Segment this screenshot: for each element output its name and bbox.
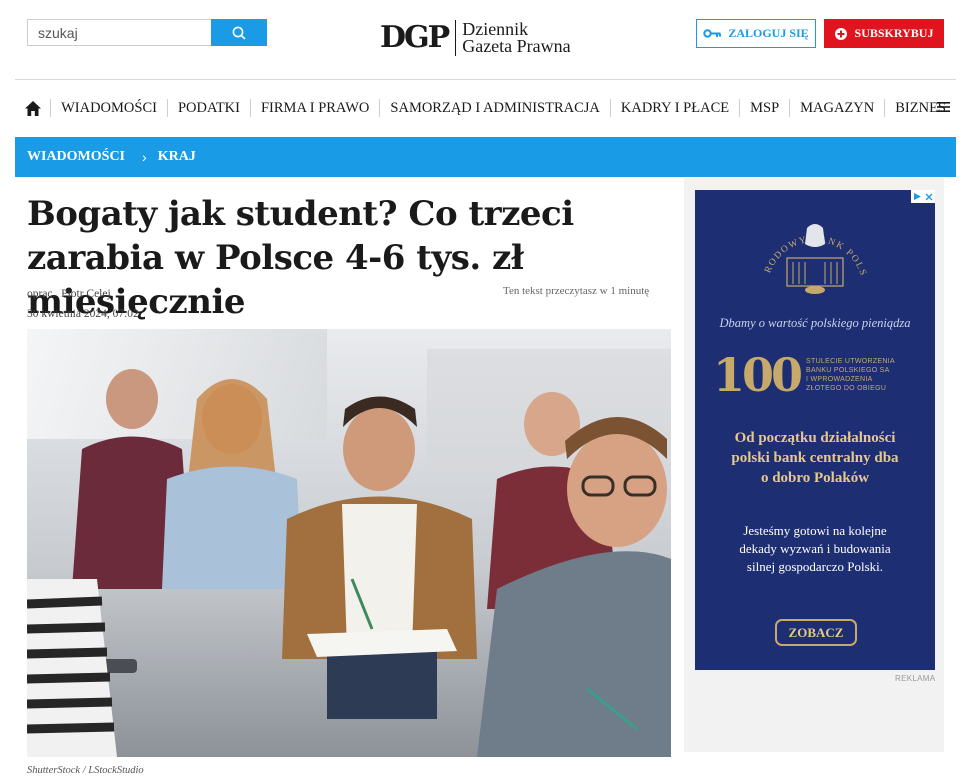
ad-body-line-3: silnej gospodarczo Polski. (746, 559, 884, 574)
nav-item-wiadomosci[interactable]: WIADOMOŚCI (50, 99, 167, 117)
article-author: oprac. Piotr Celej (27, 288, 111, 300)
ad-body: Jesteśmy gotowi na kolejne dekady wyzwań… (695, 522, 935, 576)
header-divider (15, 79, 956, 80)
ad-tagline: Dbamy o wartość polskiego pieniądza (719, 316, 911, 330)
anniversary-line-2: BANKU POLSKIEGO SA (806, 367, 890, 374)
hamburger-icon (937, 102, 950, 112)
logo-mark: DGP (380, 20, 450, 55)
nav-item-kadry-i-place[interactable]: KADRY I PŁACE (609, 99, 739, 117)
main-nav: WIADOMOŚCI PODATKI FIRMA I PRAWO SAMORZĄ… (15, 94, 956, 122)
photo-caption: ShutterStock / LStockStudio (27, 765, 144, 776)
ad-headline: Od początku działalności polski bank cen… (695, 428, 935, 488)
ad-controls (911, 190, 935, 203)
plus-circle-icon (834, 27, 847, 40)
search-input[interactable] (27, 19, 211, 46)
ad-body-line-2: dekady wyzwań i budowania (739, 541, 891, 556)
read-time: Ten tekst przeczytasz w 1 minutę (503, 285, 650, 297)
logo-line-2: Gazeta Prawna (462, 36, 571, 56)
login-button[interactable]: ZALOGUJ SIĘ (696, 19, 816, 48)
login-label: ZALOGUJ SIĘ (728, 26, 809, 40)
ad-headline-line-1: Od początku działalności (734, 430, 896, 446)
article-photo (27, 329, 671, 757)
article-title: Bogaty jak student? Co trzeci zarabia w … (27, 194, 574, 322)
anniversary-number: 100 (713, 348, 803, 402)
key-icon (703, 29, 722, 38)
anniversary-text: STULECIE UTWORZENIA BANKU POLSKIEGO SA I… (806, 357, 895, 393)
subscribe-label: SUBSKRYBUJ (854, 26, 934, 40)
nav-home[interactable] (15, 100, 50, 116)
chevron-right-icon: › (142, 149, 147, 165)
menu-button[interactable] (937, 100, 950, 118)
subscribe-button[interactable]: SUBSKRYBUJ (824, 19, 944, 48)
home-icon (24, 100, 41, 116)
nav-item-samorzad[interactable]: SAMORZĄD I ADMINISTRACJA (379, 99, 609, 117)
search-icon (232, 26, 246, 40)
search-bar (27, 19, 267, 46)
students-photo-image (27, 329, 671, 757)
article-date: 30 kwietnia 2024, 07:02 (27, 308, 139, 320)
logo-name: Dziennik Gazeta Prawna (462, 20, 571, 56)
anniversary-line-3: I WPROWADZENIA (806, 376, 873, 383)
ad-cta-button[interactable]: ZOBACZ (775, 619, 857, 646)
ad-headline-line-3: o dobro Polaków (760, 470, 870, 486)
breadcrumb: WIADOMOŚCI › KRAJ (15, 137, 956, 177)
breadcrumb-kraj[interactable]: KRAJ (158, 149, 196, 165)
nav-item-magazyn[interactable]: MAGAZYN (789, 99, 884, 117)
author-name[interactable]: Piotr Celej (61, 288, 111, 300)
ad-banner[interactable]: NARODOWY BANK POLSKI Dbamy o wartość pol… (695, 190, 935, 670)
nav-item-msp[interactable]: MSP (739, 99, 789, 117)
ad-close-icon[interactable] (923, 190, 935, 203)
anniversary-line-1: STULECIE UTWORZENIA (806, 358, 895, 365)
ad-headline-line-2: polski bank centralny dba (731, 450, 899, 466)
anniversary-line-4: ZŁOTEGO DO OBIEGU (806, 385, 887, 392)
author-prefix: oprac. (27, 288, 56, 300)
nbp-seal-icon: NARODOWY BANK POLSKI (755, 198, 867, 294)
ad-label: REKLAMA (895, 674, 936, 683)
ad-body-line-1: Jesteśmy gotowi na kolejne (743, 523, 887, 538)
site-logo[interactable]: DGP Dziennik Gazeta Prawna (380, 20, 571, 56)
nav-item-firma-i-prawo[interactable]: FIRMA I PRAWO (249, 99, 379, 117)
logo-divider (455, 20, 457, 56)
ad-info-icon[interactable] (911, 190, 923, 203)
nav-item-podatki[interactable]: PODATKI (166, 99, 250, 117)
breadcrumb-wiadomosci[interactable]: WIADOMOŚCI (27, 149, 125, 165)
search-button[interactable] (211, 19, 267, 46)
ad-anniversary: 100 STULECIE UTWORZENIA BANKU POLSKIEGO … (713, 352, 895, 398)
